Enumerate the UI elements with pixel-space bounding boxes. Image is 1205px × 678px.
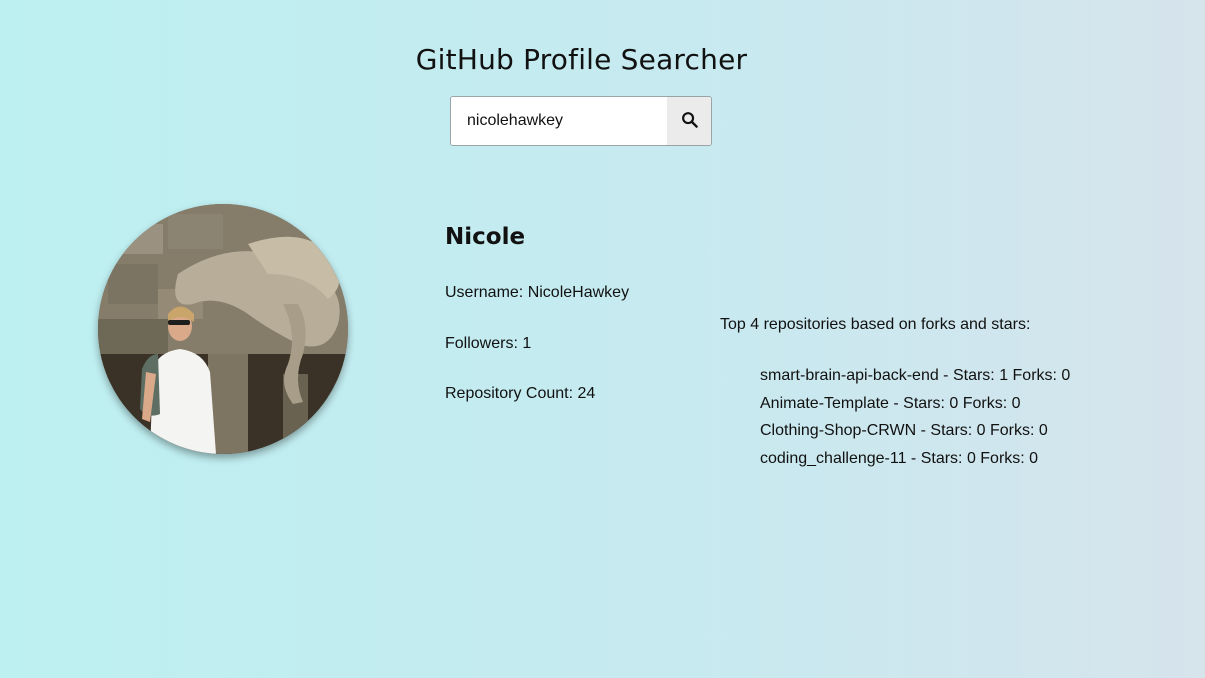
profile-name: Nicole: [445, 224, 526, 250]
page-title: GitHub Profile Searcher: [415, 42, 748, 76]
repository-list: smart-brain-api-back-end - Stars: 1 Fork…: [760, 366, 1070, 477]
avatar: [98, 204, 348, 454]
search-input[interactable]: [451, 97, 667, 145]
repositories-heading: Top 4 repositories based on forks and st…: [720, 316, 1031, 333]
profile-repository-count: Repository Count: 24: [445, 385, 596, 402]
repository-item: Animate-Template - Stars: 0 Forks: 0: [760, 394, 1021, 412]
search-icon: [681, 111, 698, 131]
repository-item: coding_challenge-11 - Stars: 0 Forks: 0: [760, 450, 1039, 468]
repository-item: Clothing-Shop-CRWN - Stars: 0 Forks: 0: [760, 422, 1048, 440]
repository-item: smart-brain-api-back-end - Stars: 1 Fork…: [760, 367, 1071, 384]
profile-username: Username: NicoleHawkey: [445, 284, 630, 301]
profile-followers: Followers: 1: [445, 335, 532, 352]
search-button[interactable]: [667, 97, 711, 145]
search-box: [450, 96, 712, 146]
